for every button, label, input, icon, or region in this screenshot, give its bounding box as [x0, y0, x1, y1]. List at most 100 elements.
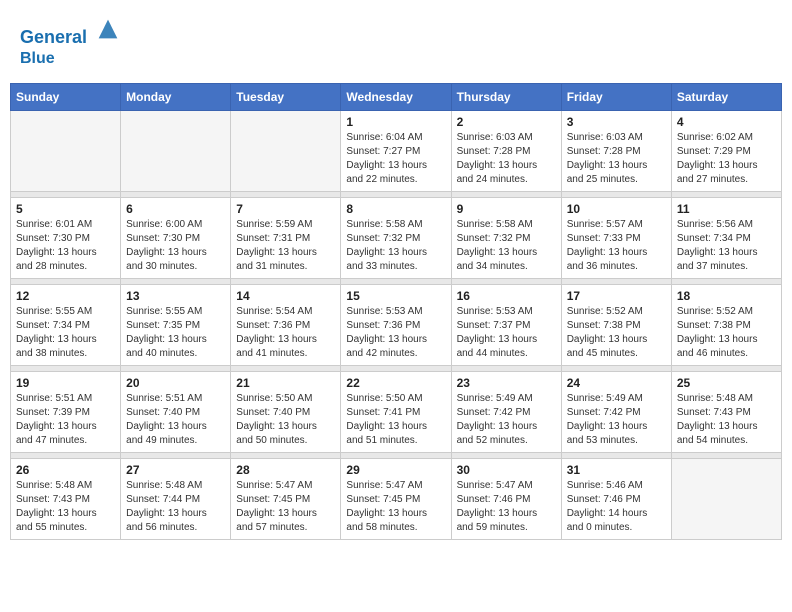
day-info: Sunrise: 6:03 AMSunset: 7:28 PMDaylight:…	[567, 131, 666, 187]
day-number: 17	[567, 289, 666, 303]
day-info: Sunrise: 5:54 AMSunset: 7:36 PMDaylight:…	[236, 305, 335, 361]
calendar-cell	[231, 110, 341, 191]
calendar-header-row: SundayMondayTuesdayWednesdayThursdayFrid…	[11, 83, 782, 110]
day-info: Sunrise: 6:04 AMSunset: 7:27 PMDaylight:…	[346, 131, 445, 187]
calendar-cell	[671, 458, 781, 539]
calendar-cell: 31 Sunrise: 5:46 AMSunset: 7:46 PMDayligh…	[561, 458, 671, 539]
day-info: Sunrise: 5:55 AMSunset: 7:35 PMDaylight:…	[126, 305, 225, 361]
col-header-friday: Friday	[561, 83, 671, 110]
day-info: Sunrise: 5:46 AMSunset: 7:46 PMDaylight:…	[567, 479, 666, 535]
day-info: Sunrise: 5:50 AMSunset: 7:41 PMDaylight:…	[346, 392, 445, 448]
day-info: Sunrise: 5:57 AMSunset: 7:33 PMDaylight:…	[567, 218, 666, 274]
day-number: 5	[16, 202, 115, 216]
day-info: Sunrise: 5:56 AMSunset: 7:34 PMDaylight:…	[677, 218, 776, 274]
calendar-cell: 24 Sunrise: 5:49 AMSunset: 7:42 PMDayligh…	[561, 371, 671, 452]
calendar-cell: 14 Sunrise: 5:54 AMSunset: 7:36 PMDayligh…	[231, 284, 341, 365]
day-info: Sunrise: 5:48 AMSunset: 7:44 PMDaylight:…	[126, 479, 225, 535]
calendar-cell: 15Sunrise: 5:53 AMSunset: 7:36 PMDayligh…	[341, 284, 451, 365]
calendar-week-row: 5Sunrise: 6:01 AMSunset: 7:30 PMDaylight…	[11, 197, 782, 278]
day-number: 14	[236, 289, 335, 303]
day-number: 8	[346, 202, 445, 216]
calendar-cell: 12Sunrise: 5:55 AMSunset: 7:34 PMDayligh…	[11, 284, 121, 365]
day-number: 6	[126, 202, 225, 216]
day-number: 26	[16, 463, 115, 477]
day-number: 2	[457, 115, 556, 129]
day-number: 4	[677, 115, 776, 129]
col-header-wednesday: Wednesday	[341, 83, 451, 110]
calendar-cell: 21 Sunrise: 5:50 AMSunset: 7:40 PMDayligh…	[231, 371, 341, 452]
calendar-cell: 28Sunrise: 5:47 AMSunset: 7:45 PMDayligh…	[231, 458, 341, 539]
day-number: 13	[126, 289, 225, 303]
calendar-cell: 7 Sunrise: 5:59 AMSunset: 7:31 PMDaylight…	[231, 197, 341, 278]
day-info: Sunrise: 5:48 AMSunset: 7:43 PMDaylight:…	[677, 392, 776, 448]
calendar-cell: 22Sunrise: 5:50 AMSunset: 7:41 PMDayligh…	[341, 371, 451, 452]
calendar-cell: 26 Sunrise: 5:48 AMSunset: 7:43 PMDayligh…	[11, 458, 121, 539]
calendar-cell: 2 Sunrise: 6:03 AMSunset: 7:28 PMDaylight…	[451, 110, 561, 191]
day-info: Sunrise: 5:51 AMSunset: 7:40 PMDaylight:…	[126, 392, 225, 448]
day-info: Sunrise: 5:47 AMSunset: 7:45 PMDaylight:…	[236, 479, 335, 535]
logo-general: General	[20, 27, 87, 47]
calendar-cell: 3 Sunrise: 6:03 AMSunset: 7:28 PMDaylight…	[561, 110, 671, 191]
calendar-cell: 29 Sunrise: 5:47 AMSunset: 7:45 PMDayligh…	[341, 458, 451, 539]
col-header-thursday: Thursday	[451, 83, 561, 110]
day-number: 11	[677, 202, 776, 216]
day-info: Sunrise: 5:47 AMSunset: 7:45 PMDaylight:…	[346, 479, 445, 535]
day-number: 7	[236, 202, 335, 216]
calendar-cell: 8 Sunrise: 5:58 AMSunset: 7:32 PMDaylight…	[341, 197, 451, 278]
day-info: Sunrise: 5:55 AMSunset: 7:34 PMDaylight:…	[16, 305, 115, 361]
day-number: 27	[126, 463, 225, 477]
calendar-cell: 5Sunrise: 6:01 AMSunset: 7:30 PMDaylight…	[11, 197, 121, 278]
day-number: 24	[567, 376, 666, 390]
calendar-cell: 17 Sunrise: 5:52 AMSunset: 7:38 PMDayligh…	[561, 284, 671, 365]
day-info: Sunrise: 5:49 AMSunset: 7:42 PMDaylight:…	[457, 392, 556, 448]
calendar-cell: 4 Sunrise: 6:02 AMSunset: 7:29 PMDaylight…	[671, 110, 781, 191]
col-header-tuesday: Tuesday	[231, 83, 341, 110]
day-info: Sunrise: 6:00 AMSunset: 7:30 PMDaylight:…	[126, 218, 225, 274]
day-number: 3	[567, 115, 666, 129]
calendar-cell: 10 Sunrise: 5:57 AMSunset: 7:33 PMDayligh…	[561, 197, 671, 278]
calendar-cell: 19 Sunrise: 5:51 AMSunset: 7:39 PMDayligh…	[11, 371, 121, 452]
day-number: 20	[126, 376, 225, 390]
calendar-cell: 1 Sunrise: 6:04 AMSunset: 7:27 PMDaylight…	[341, 110, 451, 191]
col-header-saturday: Saturday	[671, 83, 781, 110]
calendar-cell: 16 Sunrise: 5:53 AMSunset: 7:37 PMDayligh…	[451, 284, 561, 365]
day-number: 18	[677, 289, 776, 303]
calendar-cell: 6 Sunrise: 6:00 AMSunset: 7:30 PMDaylight…	[121, 197, 231, 278]
logo: General Blue	[20, 15, 122, 68]
day-info: Sunrise: 5:50 AMSunset: 7:40 PMDaylight:…	[236, 392, 335, 448]
calendar-cell: 11 Sunrise: 5:56 AMSunset: 7:34 PMDayligh…	[671, 197, 781, 278]
calendar-week-row: 19 Sunrise: 5:51 AMSunset: 7:39 PMDayligh…	[11, 371, 782, 452]
day-number: 21	[236, 376, 335, 390]
day-number: 10	[567, 202, 666, 216]
day-number: 30	[457, 463, 556, 477]
day-number: 23	[457, 376, 556, 390]
day-info: Sunrise: 5:58 AMSunset: 7:32 PMDaylight:…	[457, 218, 556, 274]
calendar-cell: 20 Sunrise: 5:51 AMSunset: 7:40 PMDayligh…	[121, 371, 231, 452]
day-number: 19	[16, 376, 115, 390]
day-info: Sunrise: 5:51 AMSunset: 7:39 PMDaylight:…	[16, 392, 115, 448]
day-info: Sunrise: 5:58 AMSunset: 7:32 PMDaylight:…	[346, 218, 445, 274]
calendar-cell: 30Sunrise: 5:47 AMSunset: 7:46 PMDayligh…	[451, 458, 561, 539]
day-info: Sunrise: 5:49 AMSunset: 7:42 PMDaylight:…	[567, 392, 666, 448]
day-number: 29	[346, 463, 445, 477]
page-header: General Blue	[10, 10, 782, 73]
col-header-sunday: Sunday	[11, 83, 121, 110]
day-info: Sunrise: 5:59 AMSunset: 7:31 PMDaylight:…	[236, 218, 335, 274]
day-number: 31	[567, 463, 666, 477]
calendar-week-row: 26 Sunrise: 5:48 AMSunset: 7:43 PMDayligh…	[11, 458, 782, 539]
calendar-table: SundayMondayTuesdayWednesdayThursdayFrid…	[10, 83, 782, 540]
calendar-cell: 9 Sunrise: 5:58 AMSunset: 7:32 PMDaylight…	[451, 197, 561, 278]
day-info: Sunrise: 5:52 AMSunset: 7:38 PMDaylight:…	[677, 305, 776, 361]
day-number: 25	[677, 376, 776, 390]
col-header-monday: Monday	[121, 83, 231, 110]
day-number: 9	[457, 202, 556, 216]
day-info: Sunrise: 5:48 AMSunset: 7:43 PMDaylight:…	[16, 479, 115, 535]
day-info: Sunrise: 5:52 AMSunset: 7:38 PMDaylight:…	[567, 305, 666, 361]
day-number: 16	[457, 289, 556, 303]
day-info: Sunrise: 5:53 AMSunset: 7:37 PMDaylight:…	[457, 305, 556, 361]
day-info: Sunrise: 6:02 AMSunset: 7:29 PMDaylight:…	[677, 131, 776, 187]
calendar-cell: 18 Sunrise: 5:52 AMSunset: 7:38 PMDayligh…	[671, 284, 781, 365]
calendar-cell: 13 Sunrise: 5:55 AMSunset: 7:35 PMDayligh…	[121, 284, 231, 365]
day-info: Sunrise: 6:03 AMSunset: 7:28 PMDaylight:…	[457, 131, 556, 187]
day-number: 1	[346, 115, 445, 129]
